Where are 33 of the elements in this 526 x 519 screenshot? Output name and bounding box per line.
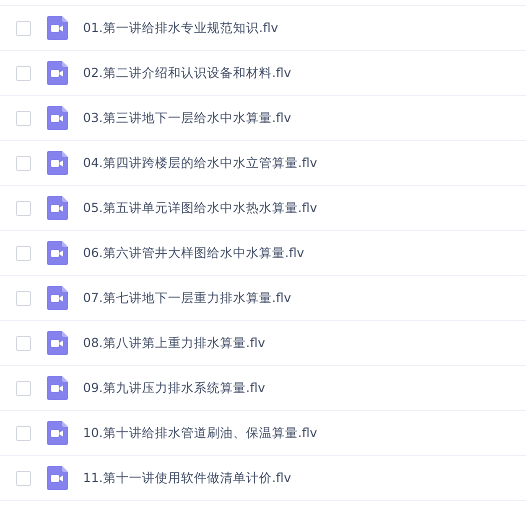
file-name[interactable]: 01.第一讲给排水专业规范知识.flv [83, 20, 278, 36]
file-name[interactable]: 08.第八讲第上重力排水算量.flv [83, 334, 266, 352]
checkbox[interactable] [16, 380, 31, 396]
checkbox[interactable] [16, 246, 31, 260]
checkbox[interactable] [16, 156, 31, 170]
video-file-icon [47, 106, 68, 130]
video-file-icon [47, 421, 68, 445]
video-file-icon [47, 241, 68, 265]
checkbox[interactable] [16, 20, 31, 36]
video-file-icon [47, 466, 68, 490]
file-name[interactable]: 11.第十一讲使用软件做清单计价.flv [83, 470, 292, 486]
file-name[interactable]: 02.第二讲介绍和认识设备和材料.flv [83, 64, 292, 82]
file-name[interactable]: 09.第九讲压力排水系统算量.flv [83, 380, 266, 396]
video-file-icon [47, 196, 68, 220]
file-name[interactable]: 04.第四讲跨楼层的给水中水立管算量.flv [83, 154, 318, 172]
file-name[interactable]: 07.第七讲地下一层重力排水算量.flv [83, 290, 292, 306]
checkbox[interactable] [16, 426, 31, 440]
file-name[interactable]: 05.第五讲单元详图给水中水热水算量.flv [83, 200, 318, 216]
video-file-icon [47, 16, 68, 40]
video-file-icon [47, 151, 68, 175]
file-name[interactable]: 10.第十讲给排水管道刷油、保温算量.flv [83, 424, 318, 442]
video-file-icon [47, 376, 68, 400]
video-file-icon [47, 286, 68, 310]
checkbox[interactable] [16, 470, 31, 486]
checkbox[interactable] [16, 336, 31, 350]
checkbox[interactable] [16, 110, 31, 126]
video-file-icon [47, 331, 68, 355]
checkbox[interactable] [16, 290, 31, 306]
video-file-icon [47, 61, 68, 85]
file-name[interactable]: 03.第三讲地下一层给水中水算量.flv [83, 110, 292, 126]
checkbox[interactable] [16, 66, 31, 80]
checkbox[interactable] [16, 200, 31, 216]
file-name[interactable]: 06.第六讲管井大样图给水中水算量.flv [83, 244, 304, 262]
